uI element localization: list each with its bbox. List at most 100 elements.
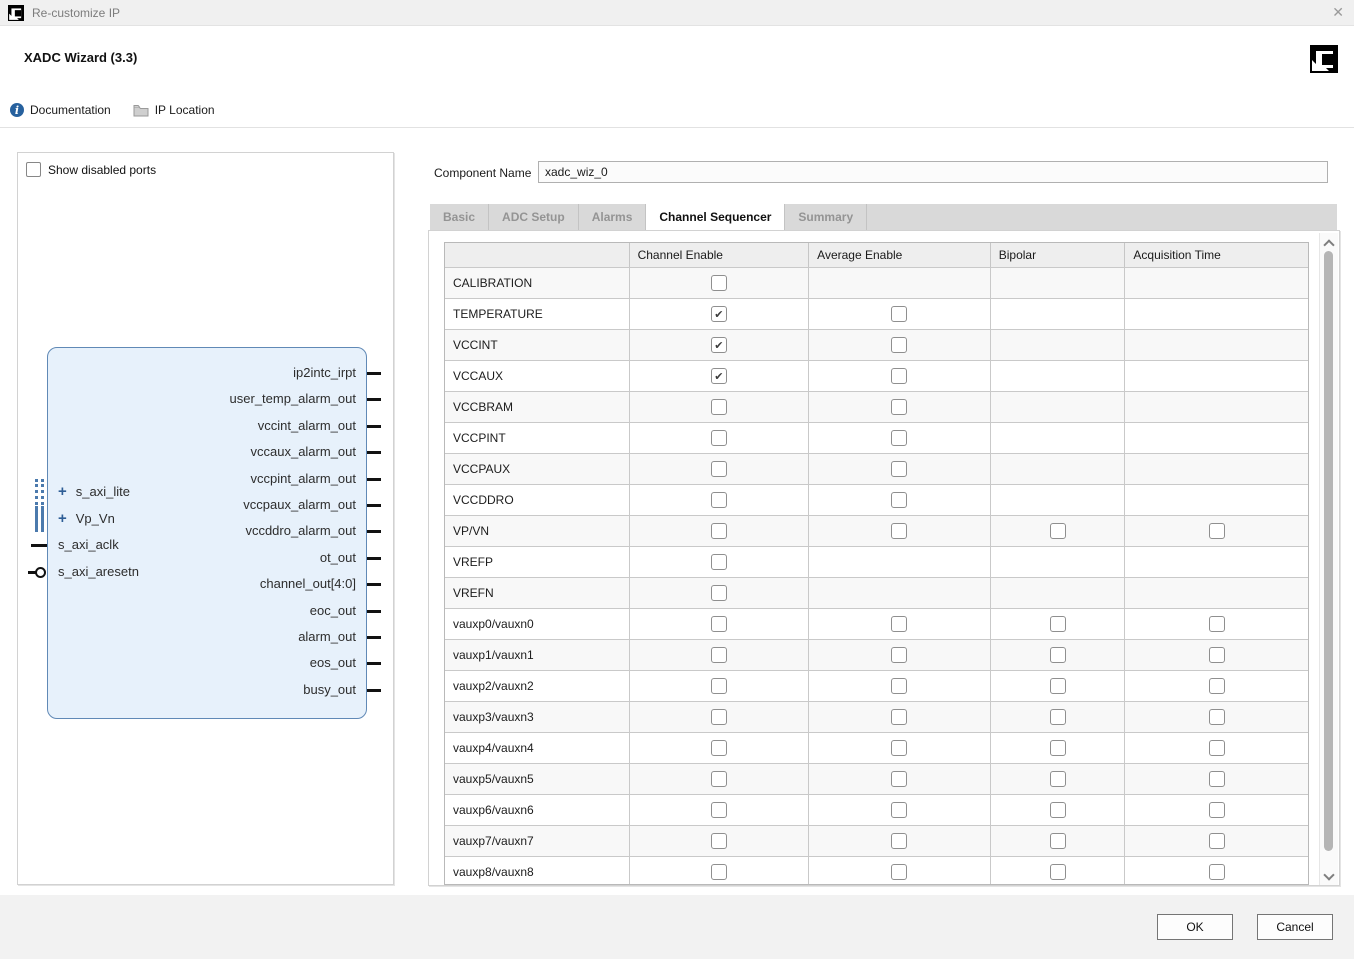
cell-vauxp2-vauxn2-bipolar bbox=[991, 671, 1126, 701]
block-design-panel: Show disabled ports ip2intc_irptuser_tem… bbox=[17, 152, 394, 885]
checkbox-calibration-channel-enable[interactable] bbox=[711, 275, 727, 291]
channel-sequencer-panel: Channel EnableAverage EnableBipolarAcqui… bbox=[428, 230, 1340, 886]
checkbox-vauxp3-vauxn3-acquisition-time[interactable] bbox=[1209, 709, 1225, 725]
table-row-vccddro: VCCDDRO bbox=[445, 484, 1308, 515]
checkbox-vauxp7-vauxn7-average-enable[interactable] bbox=[891, 833, 907, 849]
tab-adc-setup[interactable]: ADC Setup bbox=[489, 204, 579, 230]
cancel-button[interactable]: Cancel bbox=[1257, 914, 1333, 940]
checkbox-vccddro-channel-enable[interactable] bbox=[711, 492, 727, 508]
show-disabled-ports-checkbox[interactable] bbox=[26, 162, 41, 177]
cell-vauxp4-vauxn4-bipolar bbox=[991, 733, 1126, 763]
close-icon[interactable]: ✕ bbox=[1332, 4, 1344, 21]
documentation-button[interactable]: i Documentation bbox=[10, 103, 111, 117]
checkbox-vauxp2-vauxn2-average-enable[interactable] bbox=[891, 678, 907, 694]
tab-basic[interactable]: Basic bbox=[430, 204, 489, 230]
checkbox-vauxp6-vauxn6-bipolar[interactable] bbox=[1050, 802, 1066, 818]
checkbox-vauxp3-vauxn3-average-enable[interactable] bbox=[891, 709, 907, 725]
checkbox-vp-vn-channel-enable[interactable] bbox=[711, 523, 727, 539]
checkbox-vauxp2-vauxn2-channel-enable[interactable] bbox=[711, 678, 727, 694]
expand-plus-icon[interactable]: + bbox=[58, 512, 67, 526]
vertical-scrollbar[interactable] bbox=[1319, 233, 1338, 885]
expand-plus-icon[interactable]: + bbox=[58, 485, 67, 499]
checkbox-vauxp4-vauxn4-average-enable[interactable] bbox=[891, 740, 907, 756]
cell-vccddro-average-enable bbox=[809, 485, 991, 515]
table-row-calibration: CALIBRATION bbox=[445, 267, 1308, 298]
port-label-text: Vp_Vn bbox=[76, 511, 115, 527]
checkbox-vccint-average-enable[interactable] bbox=[891, 337, 907, 353]
checkbox-vauxp7-vauxn7-channel-enable[interactable] bbox=[711, 833, 727, 849]
checkbox-vauxp1-vauxn1-channel-enable[interactable] bbox=[711, 647, 727, 663]
checkbox-vccbram-average-enable[interactable] bbox=[891, 399, 907, 415]
cell-vccpint-bipolar bbox=[991, 423, 1126, 453]
checkbox-vauxp5-vauxn5-average-enable[interactable] bbox=[891, 771, 907, 787]
cell-vp-vn-average-enable bbox=[809, 516, 991, 546]
checkbox-vrefp-channel-enable[interactable] bbox=[711, 554, 727, 570]
cell-vccbram-channel-enable bbox=[630, 392, 810, 422]
checkbox-vauxp0-vauxn0-bipolar[interactable] bbox=[1050, 616, 1066, 632]
checkbox-vauxp1-vauxn1-acquisition-time[interactable] bbox=[1209, 647, 1225, 663]
checkbox-temperature-channel-enable[interactable] bbox=[711, 306, 727, 322]
tab-alarms[interactable]: Alarms bbox=[579, 204, 647, 230]
checkbox-vccpaux-channel-enable[interactable] bbox=[711, 461, 727, 477]
port-stub-eos-out bbox=[367, 662, 381, 665]
checkbox-vauxp5-vauxn5-bipolar[interactable] bbox=[1050, 771, 1066, 787]
checkbox-vauxp8-vauxn8-bipolar[interactable] bbox=[1050, 864, 1066, 880]
checkbox-vauxp0-vauxn0-channel-enable[interactable] bbox=[711, 616, 727, 632]
checkbox-vauxp2-vauxn2-acquisition-time[interactable] bbox=[1209, 678, 1225, 694]
checkbox-vauxp7-vauxn7-acquisition-time[interactable] bbox=[1209, 833, 1225, 849]
checkbox-vauxp8-vauxn8-acquisition-time[interactable] bbox=[1209, 864, 1225, 880]
checkbox-vccaux-average-enable[interactable] bbox=[891, 368, 907, 384]
checkbox-vauxp7-vauxn7-bipolar[interactable] bbox=[1050, 833, 1066, 849]
tab-channel-sequencer[interactable]: Channel Sequencer bbox=[646, 204, 785, 230]
checkbox-vauxp8-vauxn8-average-enable[interactable] bbox=[891, 864, 907, 880]
row-name-vccddro: VCCDDRO bbox=[445, 485, 630, 515]
checkbox-vauxp8-vauxn8-channel-enable[interactable] bbox=[711, 864, 727, 880]
cell-vccpint-average-enable bbox=[809, 423, 991, 453]
row-name-vrefn: VREFN bbox=[445, 578, 630, 608]
port-label-user-temp-alarm-out: user_temp_alarm_out bbox=[230, 391, 356, 407]
ip-location-button[interactable]: IP Location bbox=[133, 103, 215, 117]
cell-calibration-bipolar bbox=[991, 268, 1126, 298]
checkbox-vauxp6-vauxn6-channel-enable[interactable] bbox=[711, 802, 727, 818]
checkbox-vauxp5-vauxn5-channel-enable[interactable] bbox=[711, 771, 727, 787]
checkbox-vccint-channel-enable[interactable] bbox=[711, 337, 727, 353]
checkbox-vauxp3-vauxn3-bipolar[interactable] bbox=[1050, 709, 1066, 725]
checkbox-vccpint-channel-enable[interactable] bbox=[711, 430, 727, 446]
scroll-down-icon[interactable] bbox=[1323, 869, 1334, 880]
checkbox-vauxp0-vauxn0-average-enable[interactable] bbox=[891, 616, 907, 632]
checkbox-vccpint-average-enable[interactable] bbox=[891, 430, 907, 446]
checkbox-vauxp1-vauxn1-average-enable[interactable] bbox=[891, 647, 907, 663]
checkbox-temperature-average-enable[interactable] bbox=[891, 306, 907, 322]
checkbox-vauxp0-vauxn0-acquisition-time[interactable] bbox=[1209, 616, 1225, 632]
checkbox-vauxp6-vauxn6-average-enable[interactable] bbox=[891, 802, 907, 818]
checkbox-vauxp3-vauxn3-channel-enable[interactable] bbox=[711, 709, 727, 725]
checkbox-vccbram-channel-enable[interactable] bbox=[711, 399, 727, 415]
checkbox-vauxp4-vauxn4-channel-enable[interactable] bbox=[711, 740, 727, 756]
checkbox-vp-vn-bipolar[interactable] bbox=[1050, 523, 1066, 539]
checkbox-vrefn-channel-enable[interactable] bbox=[711, 585, 727, 601]
toolbar: i Documentation IP Location bbox=[0, 93, 1354, 128]
cell-vrefp-average-enable bbox=[809, 547, 991, 577]
checkbox-vauxp6-vauxn6-acquisition-time[interactable] bbox=[1209, 802, 1225, 818]
scroll-up-icon[interactable] bbox=[1323, 239, 1334, 250]
checkbox-vauxp2-vauxn2-bipolar[interactable] bbox=[1050, 678, 1066, 694]
ok-button[interactable]: OK bbox=[1157, 914, 1233, 940]
row-name-vauxp0-vauxn0: vauxp0/vauxn0 bbox=[445, 609, 630, 639]
checkbox-vccddro-average-enable[interactable] bbox=[891, 492, 907, 508]
scrollbar-thumb[interactable] bbox=[1324, 251, 1333, 851]
checkbox-vp-vn-average-enable[interactable] bbox=[891, 523, 907, 539]
component-name-input[interactable] bbox=[538, 161, 1328, 183]
checkbox-vccaux-channel-enable[interactable] bbox=[711, 368, 727, 384]
port-stub-ot-out bbox=[367, 557, 381, 560]
checkbox-vauxp4-vauxn4-acquisition-time[interactable] bbox=[1209, 740, 1225, 756]
checkbox-vauxp1-vauxn1-bipolar[interactable] bbox=[1050, 647, 1066, 663]
checkbox-vauxp5-vauxn5-acquisition-time[interactable] bbox=[1209, 771, 1225, 787]
cell-vccaux-average-enable bbox=[809, 361, 991, 391]
checkbox-vauxp4-vauxn4-bipolar[interactable] bbox=[1050, 740, 1066, 756]
tab-summary[interactable]: Summary bbox=[785, 204, 867, 230]
checkbox-vp-vn-acquisition-time[interactable] bbox=[1209, 523, 1225, 539]
ip-block-diagram: ip2intc_irptuser_temp_alarm_outvccint_al… bbox=[47, 347, 367, 719]
cell-vccint-acquisition-time bbox=[1125, 330, 1308, 360]
checkbox-vccpaux-average-enable[interactable] bbox=[891, 461, 907, 477]
port-stub-alarm-out bbox=[367, 636, 381, 639]
